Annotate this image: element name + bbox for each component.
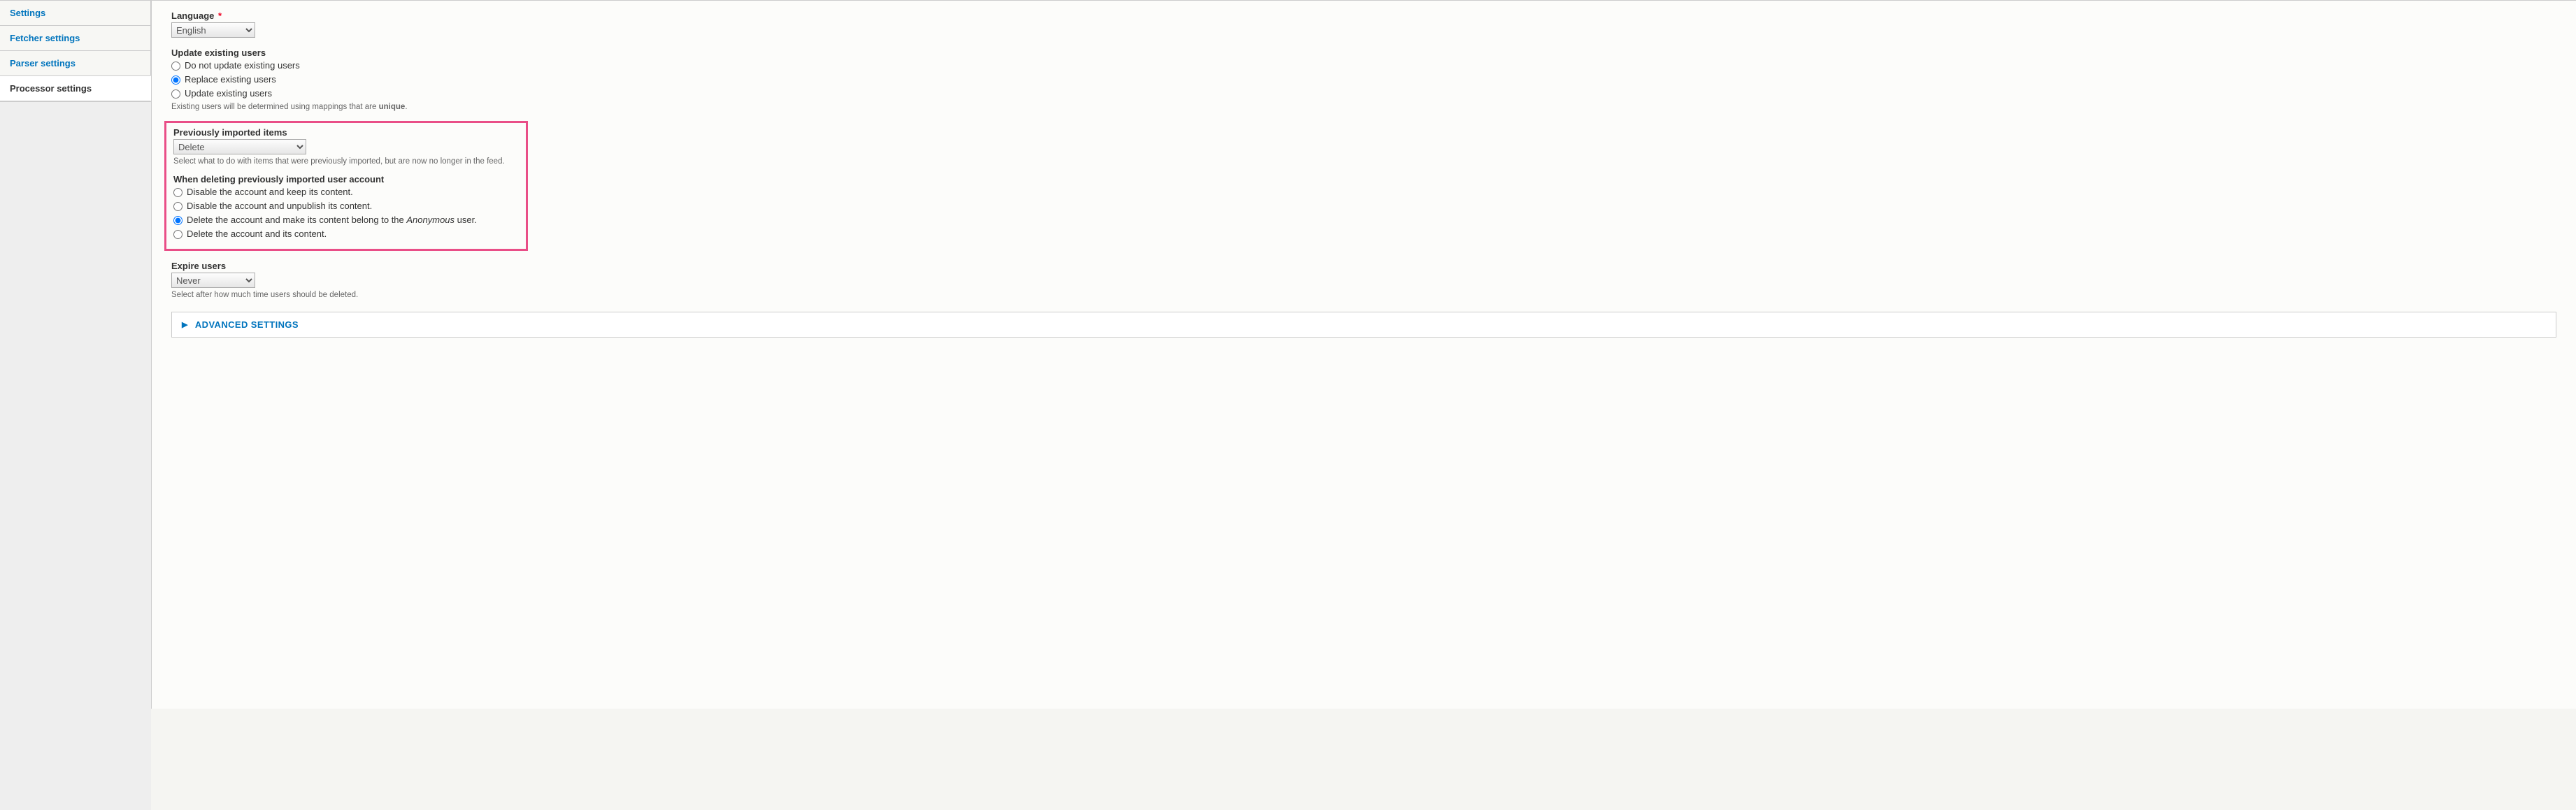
when-deleting-radio-2[interactable] (173, 216, 183, 225)
language-label: Language * (171, 10, 2556, 21)
tab-settings[interactable]: Settings (0, 0, 151, 26)
update-existing-option-0[interactable]: Do not update existing users (185, 59, 300, 72)
when-deleting-option-0[interactable]: Disable the account and keep its content… (187, 186, 353, 198)
expire-select[interactable]: Never (171, 273, 255, 288)
expire-label: Expire users (171, 261, 2556, 271)
field-update-existing-users: Update existing users Do not update exis… (171, 48, 2556, 111)
language-label-text: Language (171, 10, 214, 21)
when-deleting-radio-3[interactable] (173, 230, 183, 239)
update-existing-desc-prefix: Existing users will be determined using … (171, 103, 379, 111)
when-deleting-label: When deleting previously imported user a… (173, 174, 519, 185)
update-existing-desc-bold: unique (379, 103, 406, 111)
update-existing-description: Existing users will be determined using … (171, 103, 2556, 111)
update-existing-option-2[interactable]: Update existing users (185, 87, 272, 100)
tab-processor-settings[interactable]: Processor settings (0, 75, 151, 101)
update-existing-label: Update existing users (171, 48, 2556, 58)
required-marker: * (218, 10, 222, 21)
previously-imported-label: Previously imported items (173, 127, 519, 138)
triangle-right-icon: ▶ (182, 320, 188, 329)
advanced-settings-label: ADVANCED SETTINGS (195, 319, 299, 330)
previously-imported-highlight: Previously imported items Delete Select … (164, 121, 528, 251)
language-select[interactable]: English (171, 22, 255, 38)
field-expire-users: Expire users Never Select after how much… (171, 261, 2556, 299)
main-content: Language * English Update existing users… (152, 0, 2576, 709)
field-when-deleting: When deleting previously imported user a… (173, 174, 519, 240)
update-existing-desc-suffix: . (405, 103, 407, 111)
sidebar-filler (0, 101, 151, 810)
update-existing-radio-1[interactable] (171, 75, 180, 85)
update-existing-radio-2[interactable] (171, 89, 180, 99)
when-deleting-option-1[interactable]: Disable the account and unpublish its co… (187, 200, 372, 212)
field-previously-imported: Previously imported items Delete Select … (173, 127, 519, 166)
when-deleting-radio-0[interactable] (173, 188, 183, 197)
field-language: Language * English (171, 10, 2556, 38)
when-deleting-radio-1[interactable] (173, 202, 183, 211)
previously-imported-select[interactable]: Delete (173, 139, 306, 154)
expire-description: Select after how much time users should … (171, 291, 2556, 299)
previously-imported-description: Select what to do with items that were p… (173, 157, 519, 166)
update-existing-option-1[interactable]: Replace existing users (185, 73, 276, 86)
tab-fetcher-settings[interactable]: Fetcher settings (0, 25, 151, 51)
advanced-settings-toggle[interactable]: ▶ ADVANCED SETTINGS (171, 312, 2556, 338)
update-existing-radio-0[interactable] (171, 62, 180, 71)
when-deleting-option-2[interactable]: Delete the account and make its content … (187, 214, 477, 226)
tab-parser-settings[interactable]: Parser settings (0, 50, 151, 76)
when-deleting-option-3[interactable]: Delete the account and its content. (187, 228, 327, 240)
settings-vertical-tabs: Settings Fetcher settings Parser setting… (0, 0, 152, 709)
